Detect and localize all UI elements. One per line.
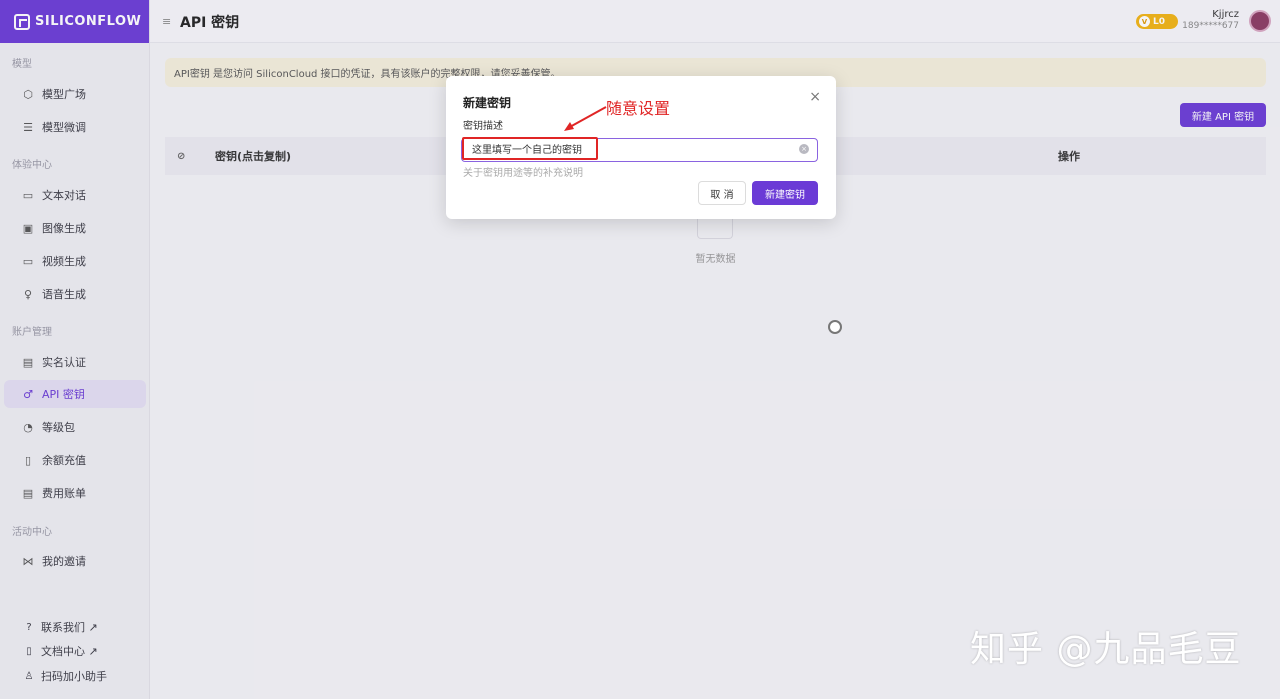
clear-icon[interactable]: × [799, 144, 809, 154]
cursor-icon [828, 320, 842, 334]
watermark: 知乎 @九品毛豆 [970, 629, 1242, 670]
create-key-button[interactable]: 新建密钥 [752, 181, 818, 205]
annotation-highlight-box [462, 137, 598, 160]
close-icon[interactable]: × [809, 89, 821, 105]
modal-title: 新建密钥 [463, 96, 512, 110]
field-label: 密钥描述 [463, 121, 503, 132]
cancel-button[interactable]: 取 消 [698, 181, 746, 205]
annotation-text: 随意设置 [606, 99, 671, 118]
annotation-arrow-icon [564, 106, 607, 131]
field-hint: 关于密钥用途等的补充说明 [463, 168, 583, 179]
